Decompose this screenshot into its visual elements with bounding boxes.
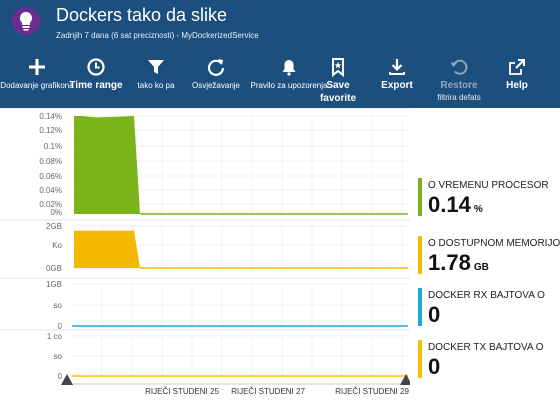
restore-sub-label: filtrira defats bbox=[437, 93, 481, 102]
legend-swatch-cpu bbox=[418, 178, 422, 216]
filter-label: tako ko pa bbox=[137, 81, 175, 90]
area-series bbox=[74, 116, 140, 214]
plus-icon bbox=[29, 59, 45, 75]
page-subtitle: Zadnjih 7 dana (6 sat preciznosti) - MyD… bbox=[56, 31, 259, 40]
legend-swatch-tx bbox=[418, 340, 422, 378]
metrics-chart[interactable]: 0.14%0.12%0.1%0.08%0.06%0.04%0.02%0%2GBK… bbox=[0, 108, 410, 407]
y-tick-label: Ko bbox=[52, 241, 62, 250]
save-favorite-button[interactable]: Save favorite bbox=[316, 48, 360, 108]
area-series bbox=[74, 230, 140, 268]
filter-button[interactable]: tako ko pa bbox=[132, 48, 180, 108]
refresh-button[interactable]: Osvježavanje bbox=[186, 48, 246, 108]
clock-icon bbox=[87, 58, 105, 76]
external-link-icon bbox=[509, 59, 525, 75]
help-button[interactable]: Help bbox=[498, 48, 536, 108]
legend-name-rx: DOCKER RX BAJTOVA O bbox=[428, 290, 545, 301]
add-chart-button[interactable]: Dodavanje grafikona bbox=[0, 48, 74, 108]
y-tick-label: 0% bbox=[50, 208, 62, 217]
restore-icon bbox=[450, 59, 468, 75]
y-tick-label: 0.08% bbox=[39, 157, 62, 166]
download-icon bbox=[389, 59, 405, 75]
x-tick-label: RIJEČI STUDENI 29 bbox=[335, 387, 409, 396]
y-tick-label: 0GB bbox=[46, 264, 62, 273]
x-tick-label: RIJEČI STUDENI 25 bbox=[145, 387, 219, 396]
legend-name-memory: O DOSTUPNOM MEMORIJOM bbox=[428, 238, 560, 249]
refresh-icon bbox=[207, 59, 225, 76]
export-label: Export bbox=[381, 80, 413, 91]
lightbulb-icon bbox=[12, 7, 40, 35]
legend-value-rx: 0 bbox=[428, 302, 441, 327]
x-tick-label: RIJEČI STUDENI 27 bbox=[231, 387, 305, 396]
y-tick-label: 1 co bbox=[47, 332, 63, 341]
export-button[interactable]: Export bbox=[374, 48, 420, 108]
page-title: Dockers tako da slike bbox=[56, 5, 228, 25]
y-tick-label: 0 bbox=[58, 322, 63, 331]
legend-swatch-memory bbox=[418, 236, 422, 274]
y-tick-label: 0 bbox=[58, 372, 63, 381]
help-label: Help bbox=[506, 80, 528, 91]
header: Dockers tako da slike Zadnjih 7 dana (6 … bbox=[0, 0, 560, 108]
chart-area: 0.14% 0.12% 0.1% 0.08% 0.06% 0.04% 0.02% 0% 2GB K… bbox=[0, 108, 410, 407]
restore-label: Restore bbox=[440, 80, 478, 91]
save-sub-label: favorite bbox=[319, 93, 357, 104]
toolbar: Dodavanje grafikona Time range tako ko p… bbox=[0, 48, 560, 108]
y-tick-label: 0.1% bbox=[44, 142, 62, 151]
legend-name-tx: DOCKER TX BAJTOVA O bbox=[428, 342, 544, 353]
time-range-label: Time range bbox=[69, 80, 123, 91]
filter-icon bbox=[148, 60, 164, 74]
legend-name-cpu: O VREMENU PROCESOR bbox=[428, 180, 549, 191]
legend-value-cpu: 0.14% bbox=[428, 192, 483, 217]
range-start-handle[interactable] bbox=[61, 374, 73, 385]
y-tick-label: so bbox=[54, 301, 63, 310]
bookmark-icon bbox=[332, 58, 344, 77]
y-tick-label: so bbox=[54, 352, 63, 361]
y-tick-label: 0.14% bbox=[39, 112, 62, 121]
legend-swatch-rx bbox=[418, 288, 422, 326]
refresh-label: Osvježavanje bbox=[191, 81, 241, 90]
app-window: Dockers tako da slike Zadnjih 7 dana (6 … bbox=[0, 0, 560, 407]
y-tick-label: 2GB bbox=[46, 222, 62, 231]
y-tick-label: 0.04% bbox=[39, 186, 62, 195]
y-tick-label: 0.06% bbox=[39, 172, 62, 181]
bell-icon bbox=[282, 60, 296, 76]
restore-button[interactable]: Restore filtrira defats bbox=[426, 48, 492, 108]
add-chart-label: Dodavanje grafikona bbox=[0, 81, 74, 90]
time-range-button[interactable]: Time range bbox=[66, 48, 126, 108]
legend-value-tx: 0 bbox=[428, 354, 441, 379]
legend-value-memory: 1.78 GB bbox=[428, 250, 489, 275]
metrics-legend: O VREMENU PROCESOR 0.14% O DOSTUPNOM MEM… bbox=[410, 108, 560, 407]
y-tick-label: 0.12% bbox=[39, 126, 62, 135]
y-tick-label: 1GB bbox=[46, 280, 62, 289]
save-label: Save bbox=[326, 80, 350, 91]
